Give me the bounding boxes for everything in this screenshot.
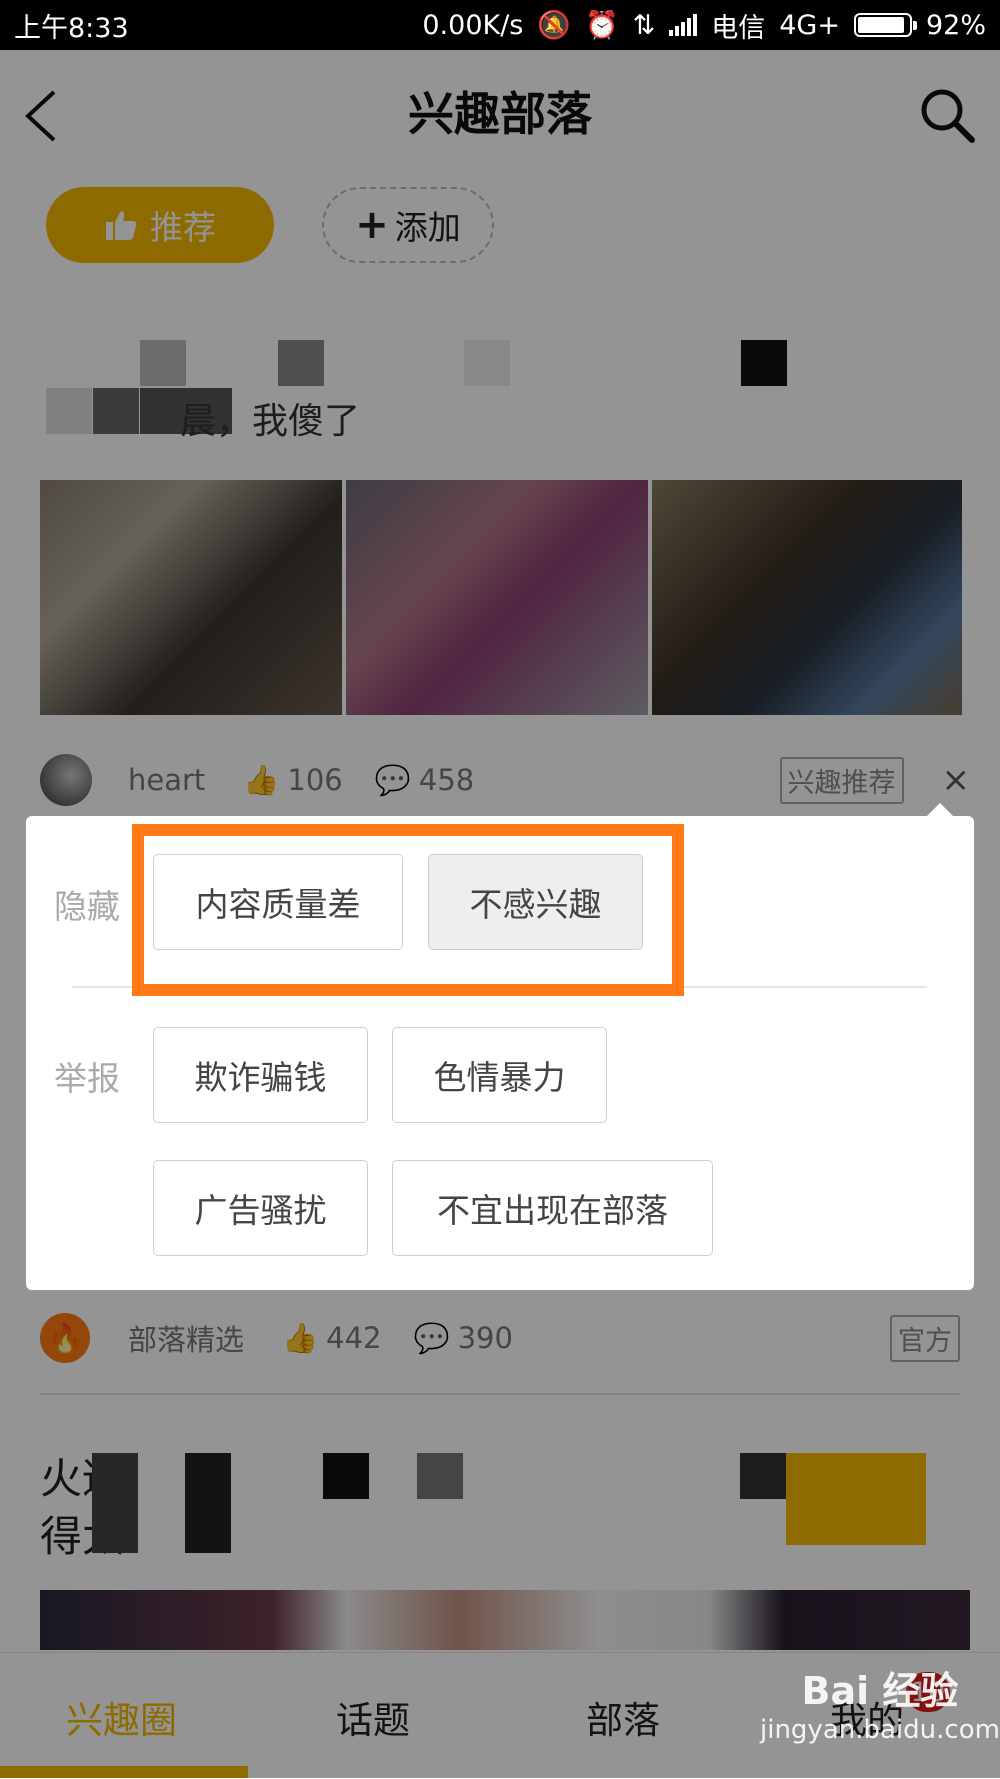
watermark-url: jingyan.baidu.com (760, 1715, 1000, 1745)
porn-violence-button[interactable]: 色情暴力 (392, 1027, 607, 1123)
ad-spam-button[interactable]: 广告骚扰 (153, 1160, 368, 1256)
network-type: 4G+ (779, 9, 840, 41)
baidu-jingyan-watermark: Bai 经验 jingyan.baidu.com (760, 1660, 1000, 1745)
status-bar: 上午8:33 0.00K/s 🔕 ⏰ ⇅ 电信 4G+ 92% (0, 0, 1000, 50)
inappropriate-button[interactable]: 不宜出现在部落 (392, 1160, 713, 1256)
battery-icon (853, 13, 917, 37)
highlight-box (132, 824, 684, 996)
data-arrows-icon: ⇅ (632, 9, 656, 41)
net-speed: 0.00K/s (422, 9, 524, 41)
carrier: 电信 (711, 12, 766, 44)
hide-section-label: 隐藏 (54, 887, 120, 926)
status-time: 上午8:33 (14, 12, 129, 44)
popup-arrow (926, 803, 954, 817)
alarm-icon: ⏰ (585, 10, 619, 41)
report-section-label: 举报 (54, 1059, 120, 1098)
battery-percent: 92% (925, 9, 986, 41)
fraud-button[interactable]: 欺诈骗钱 (153, 1027, 368, 1123)
watermark-brand: Bai 经验 (801, 1669, 959, 1713)
mute-icon: 🔕 (537, 10, 571, 41)
signal-icon (669, 14, 698, 36)
